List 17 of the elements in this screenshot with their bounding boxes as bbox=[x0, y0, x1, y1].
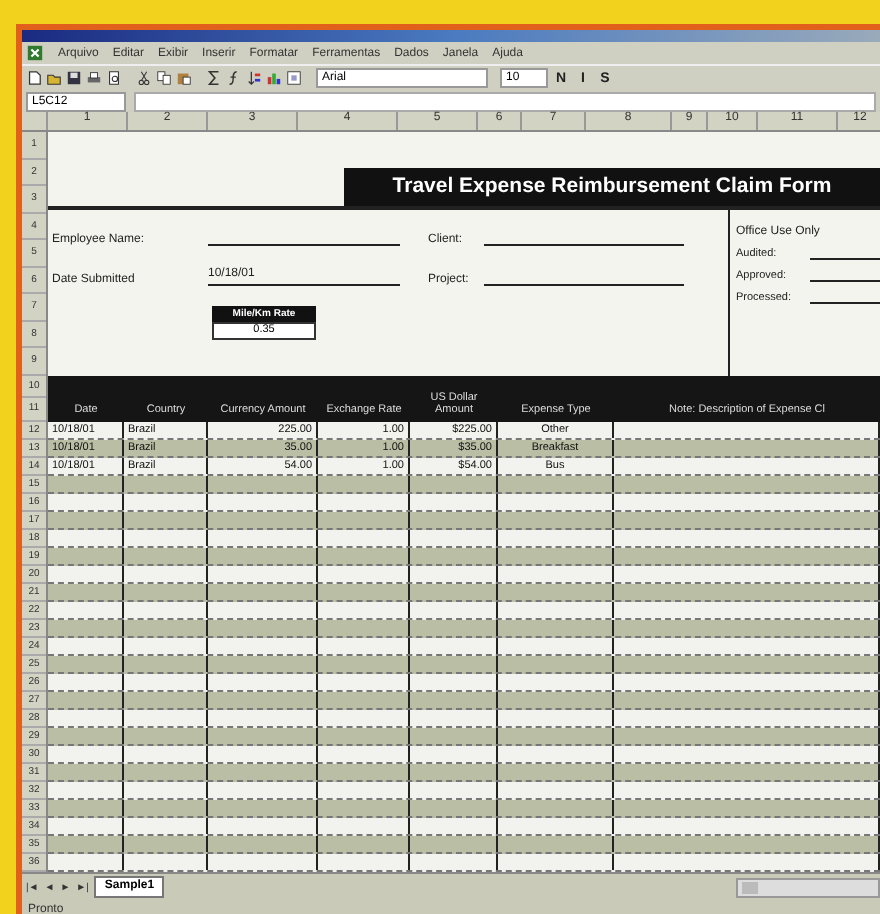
new-document-icon[interactable] bbox=[26, 70, 42, 86]
save-icon[interactable] bbox=[66, 70, 82, 86]
spreadsheet-icon[interactable] bbox=[26, 44, 44, 62]
print-preview-icon[interactable] bbox=[106, 70, 122, 86]
printer-icon[interactable] bbox=[86, 70, 102, 86]
formula-field[interactable] bbox=[134, 91, 876, 111]
function-icon[interactable] bbox=[226, 70, 242, 86]
zoom-icon[interactable] bbox=[286, 70, 302, 86]
paste-icon[interactable] bbox=[176, 70, 192, 86]
form-title: Travel Expense Reimbursement Claim Form bbox=[344, 168, 880, 206]
sort-icon[interactable] bbox=[246, 70, 262, 86]
folder-icon[interactable] bbox=[46, 70, 62, 86]
cut-icon[interactable] bbox=[136, 70, 152, 86]
chart-icon[interactable] bbox=[266, 70, 282, 86]
horizontal-scrollbar[interactable] bbox=[736, 877, 880, 897]
copy-icon[interactable] bbox=[156, 70, 172, 86]
sum-icon[interactable] bbox=[206, 70, 222, 86]
